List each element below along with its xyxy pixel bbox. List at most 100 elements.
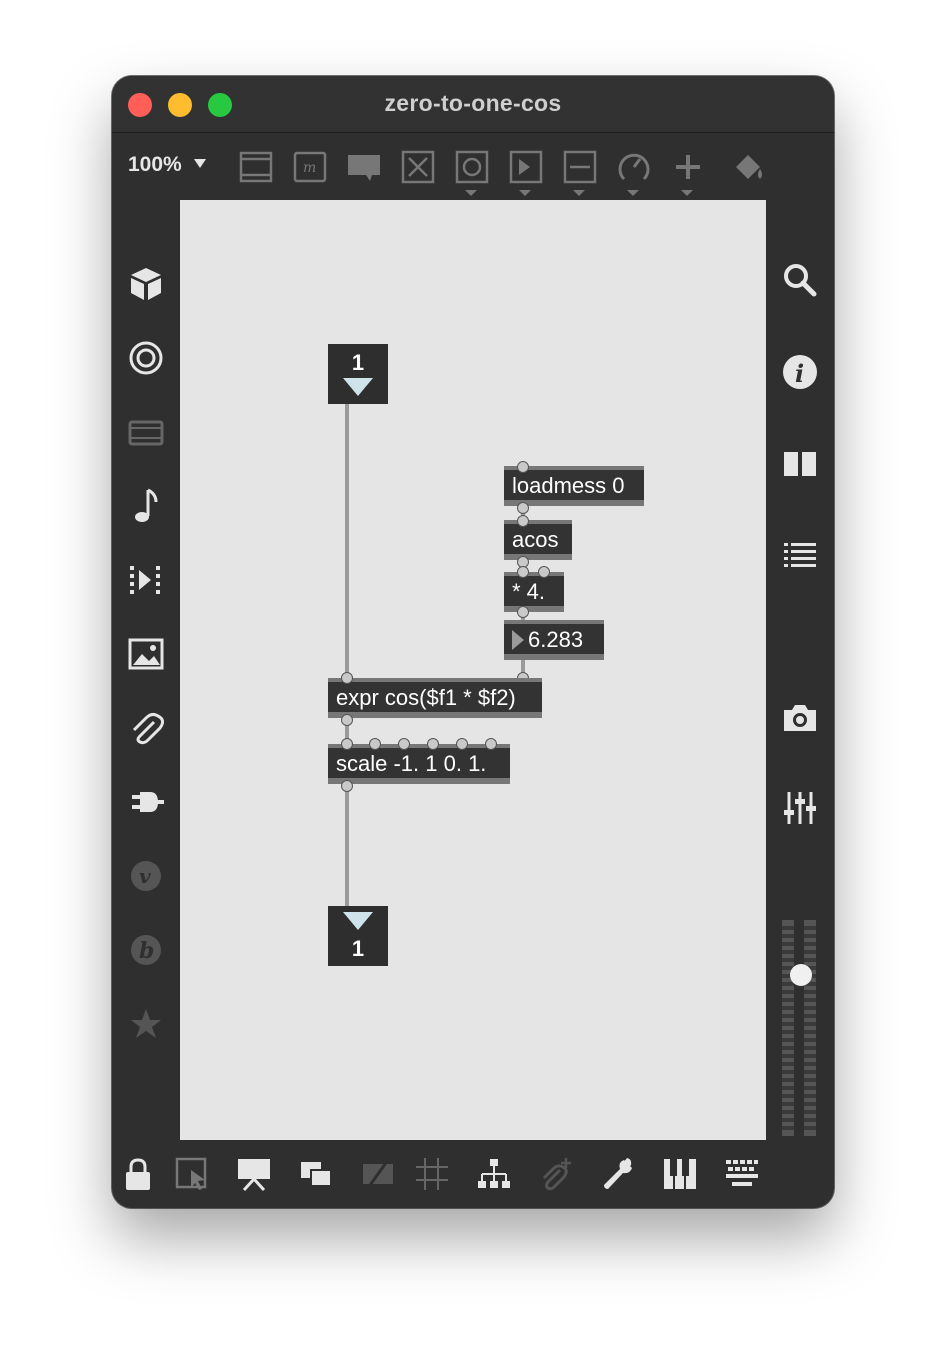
- presentation-icon[interactable]: [236, 1156, 272, 1192]
- piano-keyboard-icon[interactable]: [662, 1156, 698, 1192]
- volume-meter-segment: [804, 1030, 816, 1034]
- volume-slider-knob[interactable]: [790, 964, 812, 986]
- bottom-toolbar: [112, 1142, 834, 1208]
- camera-icon[interactable]: [780, 698, 820, 738]
- object-outlet[interactable]: [341, 714, 353, 726]
- expr-object[interactable]: expr cos($f1 * $f2): [328, 678, 542, 718]
- object-inlet[interactable]: [369, 738, 381, 750]
- number-box-value: 6.283: [528, 627, 584, 652]
- new-bang-icon[interactable]: [454, 149, 490, 185]
- outlet-object[interactable]: 1: [328, 906, 388, 966]
- video-icon[interactable]: [126, 412, 166, 452]
- float-number-box[interactable]: 6.283: [504, 620, 604, 660]
- volume-meter-segment: [782, 990, 794, 994]
- image-icon[interactable]: [126, 634, 166, 674]
- volume-meter-segment: [782, 1062, 794, 1066]
- object-inlet[interactable]: [538, 566, 550, 578]
- volume-meter-segment: [804, 958, 816, 962]
- beap-icon[interactable]: b: [126, 930, 166, 970]
- volume-meter-segment: [782, 1078, 794, 1082]
- object-outlet[interactable]: [341, 780, 353, 792]
- split-view-icon[interactable]: [780, 444, 820, 484]
- grid-icon[interactable]: [414, 1156, 450, 1192]
- volume-meter-segment: [804, 1094, 816, 1098]
- new-message-icon[interactable]: m: [292, 149, 328, 185]
- sequence-icon[interactable]: [126, 560, 166, 600]
- volume-meter-segment: [782, 1126, 794, 1130]
- zoom-dropdown-icon[interactable]: [194, 159, 206, 168]
- patcher-canvas[interactable]: 1 loadmess 0 acos * 4. 6.283 expr cos($f…: [180, 200, 766, 1140]
- object-inlet[interactable]: [517, 461, 529, 473]
- new-button-toggle-icon[interactable]: [400, 149, 436, 185]
- new-slider-icon[interactable]: [562, 149, 598, 185]
- slider-dropdown-icon[interactable]: [573, 190, 585, 196]
- object-inlet[interactable]: [517, 566, 529, 578]
- object-inlet[interactable]: [341, 738, 353, 750]
- new-comment-icon[interactable]: [346, 149, 382, 185]
- edit-select-icon[interactable]: [174, 1156, 210, 1192]
- object-inlet[interactable]: [456, 738, 468, 750]
- volume-meter-segment: [782, 1022, 794, 1026]
- multiply-object[interactable]: * 4.: [504, 572, 564, 612]
- object-inlet[interactable]: [341, 672, 353, 684]
- patch-cord[interactable]: [345, 786, 349, 910]
- object-inlet[interactable]: [485, 738, 497, 750]
- volume-meter-segment: [804, 942, 816, 946]
- volume-meter-segment: [782, 998, 794, 1002]
- expr-label: expr cos($f1 * $f2): [336, 685, 516, 710]
- vst-plugin-icon[interactable]: v: [126, 856, 166, 896]
- volume-meter-segment: [782, 1086, 794, 1090]
- target-icon[interactable]: [126, 338, 166, 378]
- inlet-object[interactable]: 1: [328, 344, 388, 404]
- plug-icon[interactable]: [126, 782, 166, 822]
- volume-meter-segment: [804, 950, 816, 954]
- outlet-arrow-icon: [343, 912, 373, 930]
- number-dropdown-icon[interactable]: [519, 190, 531, 196]
- mixer-sliders-icon[interactable]: [780, 788, 820, 828]
- object-inlet[interactable]: [398, 738, 410, 750]
- wrench-icon[interactable]: [600, 1156, 636, 1192]
- package-icon[interactable]: [126, 264, 166, 304]
- computer-keyboard-icon[interactable]: [724, 1156, 760, 1192]
- volume-meter-segment: [804, 1078, 816, 1082]
- object-inlet[interactable]: [427, 738, 439, 750]
- outlet-number: 1: [351, 936, 365, 961]
- zoom-level[interactable]: 100%: [128, 153, 182, 177]
- object-inlet[interactable]: [517, 515, 529, 527]
- object-outlet[interactable]: [517, 606, 529, 618]
- volume-meter-segment: [804, 1014, 816, 1018]
- hierarchy-icon[interactable]: [476, 1156, 512, 1192]
- search-icon[interactable]: [780, 260, 820, 300]
- volume-meter-segment: [804, 1110, 816, 1114]
- patcher-window: zero-to-one-cos 100% m v b i 1 loadmess …: [112, 76, 834, 1208]
- paperclip-icon[interactable]: [126, 708, 166, 748]
- svg-text:b: b: [139, 938, 154, 964]
- object-outlet[interactable]: [517, 502, 529, 514]
- volume-meter-segment: [782, 950, 794, 954]
- scale-object[interactable]: scale -1. 1 0. 1.: [328, 744, 510, 784]
- patch-cord[interactable]: [345, 404, 349, 680]
- add-object-icon[interactable]: [670, 149, 706, 185]
- dial-dropdown-icon[interactable]: [627, 190, 639, 196]
- add-attachment-icon[interactable]: [538, 1156, 574, 1192]
- lock-icon[interactable]: [120, 1156, 156, 1192]
- new-number-icon[interactable]: [508, 149, 544, 185]
- paint-bucket-icon[interactable]: [730, 149, 766, 185]
- info-icon[interactable]: i: [780, 352, 820, 392]
- loadmess-label: loadmess 0: [512, 473, 625, 498]
- volume-meter-segment: [804, 1086, 816, 1090]
- number-box-arrow-icon: [512, 630, 524, 650]
- new-dial-icon[interactable]: [616, 149, 652, 185]
- volume-meter-segment: [782, 1046, 794, 1050]
- acos-object[interactable]: acos: [504, 520, 572, 560]
- windows-icon[interactable]: [298, 1156, 334, 1192]
- list-icon[interactable]: [780, 536, 820, 576]
- new-object-icon[interactable]: [238, 149, 274, 185]
- volume-meter-segment: [804, 1022, 816, 1026]
- favorites-star-icon[interactable]: [126, 1004, 166, 1044]
- mute-audio-icon[interactable]: [360, 1156, 396, 1192]
- add-dropdown-icon[interactable]: [681, 190, 693, 196]
- volume-meter-segment: [804, 1118, 816, 1122]
- bang-dropdown-icon[interactable]: [465, 190, 477, 196]
- music-note-icon[interactable]: [126, 486, 166, 526]
